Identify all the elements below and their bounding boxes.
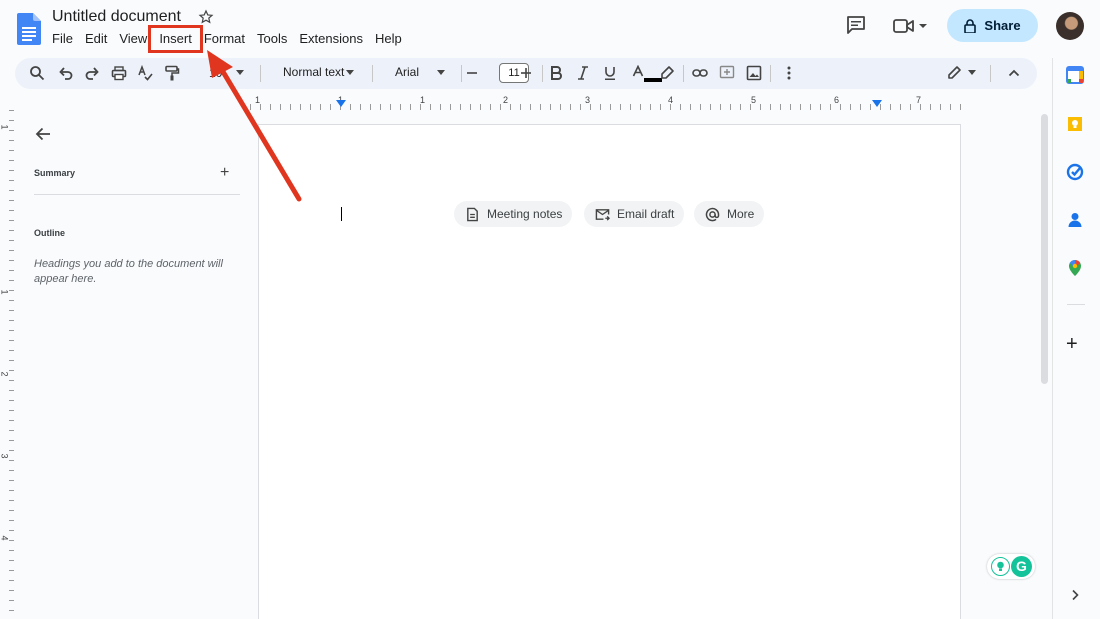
grammarly-widget[interactable]: G bbox=[987, 554, 1035, 579]
lock-icon bbox=[964, 18, 977, 33]
vertical-scrollbar[interactable] bbox=[1041, 114, 1048, 384]
bold-icon[interactable] bbox=[548, 65, 564, 81]
zoom-select[interactable]: 10 bbox=[209, 66, 222, 80]
toolbar-divider bbox=[372, 65, 373, 82]
meeting-notes-chip[interactable]: Meeting notes bbox=[454, 201, 573, 227]
paint-format-icon[interactable] bbox=[164, 65, 180, 81]
right-indent-marker[interactable] bbox=[872, 100, 882, 107]
ruler-number: 1 bbox=[420, 95, 426, 105]
more-label: More bbox=[727, 207, 755, 221]
document-icon bbox=[467, 207, 478, 221]
at-sign-icon bbox=[705, 207, 720, 221]
ruler-number: 7 bbox=[916, 95, 922, 105]
chevron-up-icon[interactable] bbox=[1006, 65, 1022, 81]
decrease-font-size-icon[interactable] bbox=[464, 65, 480, 81]
email-draft-chip[interactable]: Email draft bbox=[584, 201, 685, 227]
ruler-number: 5 bbox=[751, 95, 757, 105]
ruler-number: 2 bbox=[503, 95, 509, 105]
share-label: Share bbox=[984, 18, 1021, 33]
ruler-number: 4 bbox=[668, 95, 674, 105]
italic-icon[interactable] bbox=[575, 65, 591, 81]
toolbar-divider bbox=[542, 65, 543, 82]
vertical-ruler-number: 1 bbox=[0, 124, 10, 130]
outline-hint: Headings you add to the document will ap… bbox=[34, 258, 223, 285]
toolbar-divider bbox=[683, 65, 684, 82]
chevron-right-icon[interactable] bbox=[1070, 588, 1080, 601]
vertical-ruler[interactable] bbox=[0, 110, 14, 619]
star-icon[interactable] bbox=[198, 9, 214, 25]
toolbar-divider bbox=[461, 65, 462, 82]
menu-edit[interactable]: Edit bbox=[79, 30, 113, 48]
grammarly-bulb-icon[interactable] bbox=[991, 557, 1010, 576]
outline-label: Outline bbox=[34, 228, 65, 238]
maps-icon[interactable] bbox=[1066, 259, 1084, 277]
more-vert-icon[interactable] bbox=[781, 65, 797, 81]
undo-icon[interactable] bbox=[58, 65, 74, 81]
contacts-icon[interactable] bbox=[1066, 211, 1084, 229]
tasks-icon[interactable] bbox=[1066, 163, 1084, 181]
document-page[interactable] bbox=[258, 124, 961, 619]
menu-help[interactable]: Help bbox=[369, 30, 408, 48]
toolbar-divider bbox=[260, 65, 261, 82]
more-chip[interactable]: More bbox=[694, 201, 765, 227]
comment-icon[interactable] bbox=[846, 16, 866, 34]
meeting-notes-label: Meeting notes bbox=[487, 207, 563, 221]
style-dropdown-icon[interactable] bbox=[346, 70, 354, 75]
menu-format[interactable]: Format bbox=[198, 30, 251, 48]
link-icon[interactable] bbox=[692, 65, 708, 81]
spellcheck-icon[interactable] bbox=[137, 65, 153, 81]
menu-file[interactable]: File bbox=[46, 30, 79, 48]
menu-bar: File Edit View Insert Format Tools Exten… bbox=[46, 25, 408, 53]
highlight-icon[interactable] bbox=[659, 65, 675, 81]
underline-icon[interactable] bbox=[602, 65, 618, 81]
ruler-number: 3 bbox=[585, 95, 591, 105]
add-summary-icon[interactable]: + bbox=[220, 165, 229, 181]
ruler-ticks bbox=[250, 104, 961, 110]
increase-font-size-icon[interactable] bbox=[518, 65, 534, 81]
summary-label: Summary bbox=[34, 168, 76, 178]
keep-icon[interactable] bbox=[1066, 115, 1084, 133]
zoom-dropdown-icon[interactable] bbox=[236, 70, 244, 75]
ruler-number: 1 bbox=[255, 95, 261, 105]
redo-icon[interactable] bbox=[84, 65, 100, 81]
toolbar-divider bbox=[990, 65, 991, 82]
vertical-ruler-number: 2 bbox=[0, 371, 10, 377]
ruler-number: 6 bbox=[834, 95, 840, 105]
menu-extensions[interactable]: Extensions bbox=[293, 30, 369, 48]
add-comment-icon[interactable] bbox=[719, 65, 735, 81]
menu-tools[interactable]: Tools bbox=[251, 30, 293, 48]
email-draft-icon bbox=[595, 208, 610, 221]
email-draft-label: Email draft bbox=[617, 207, 675, 221]
print-icon[interactable] bbox=[111, 65, 127, 81]
share-button[interactable]: Share bbox=[947, 9, 1038, 42]
grammarly-logo-icon[interactable]: G bbox=[1011, 556, 1032, 577]
font-dropdown-icon[interactable] bbox=[437, 70, 445, 75]
toolbar-divider bbox=[770, 65, 771, 82]
calendar-icon[interactable] bbox=[1066, 66, 1084, 84]
horizontal-ruler[interactable]: 1 1 1 2 3 4 5 6 7 bbox=[250, 94, 961, 110]
get-add-ons-icon[interactable]: + bbox=[1066, 334, 1078, 354]
meet-icon[interactable] bbox=[893, 17, 927, 35]
paragraph-style-select[interactable]: Normal text bbox=[283, 65, 344, 79]
editing-mode-dropdown-icon[interactable] bbox=[968, 70, 976, 75]
toolbar: 10 Normal text Arial 11 bbox=[15, 58, 1037, 89]
vertical-ruler-number: 3 bbox=[0, 453, 10, 459]
panel-divider bbox=[34, 194, 240, 195]
avatar[interactable] bbox=[1056, 12, 1084, 40]
side-panel-separator bbox=[1067, 304, 1085, 305]
docs-logo-icon[interactable] bbox=[17, 13, 41, 45]
side-panel-divider bbox=[1052, 58, 1053, 619]
vertical-ruler-number: 4 bbox=[0, 535, 10, 541]
menu-view[interactable]: View bbox=[113, 30, 153, 48]
close-outline-arrow-icon[interactable] bbox=[35, 126, 51, 142]
font-select[interactable]: Arial bbox=[395, 65, 419, 79]
editing-mode-icon[interactable] bbox=[946, 65, 962, 81]
image-icon[interactable] bbox=[746, 65, 762, 81]
vertical-ruler-number: 1 bbox=[0, 289, 10, 295]
left-indent-marker[interactable] bbox=[336, 100, 346, 107]
doc-title[interactable]: Untitled document bbox=[52, 8, 181, 26]
text-cursor bbox=[341, 207, 342, 221]
menu-insert[interactable]: Insert bbox=[148, 25, 203, 53]
search-icon[interactable] bbox=[29, 65, 45, 81]
